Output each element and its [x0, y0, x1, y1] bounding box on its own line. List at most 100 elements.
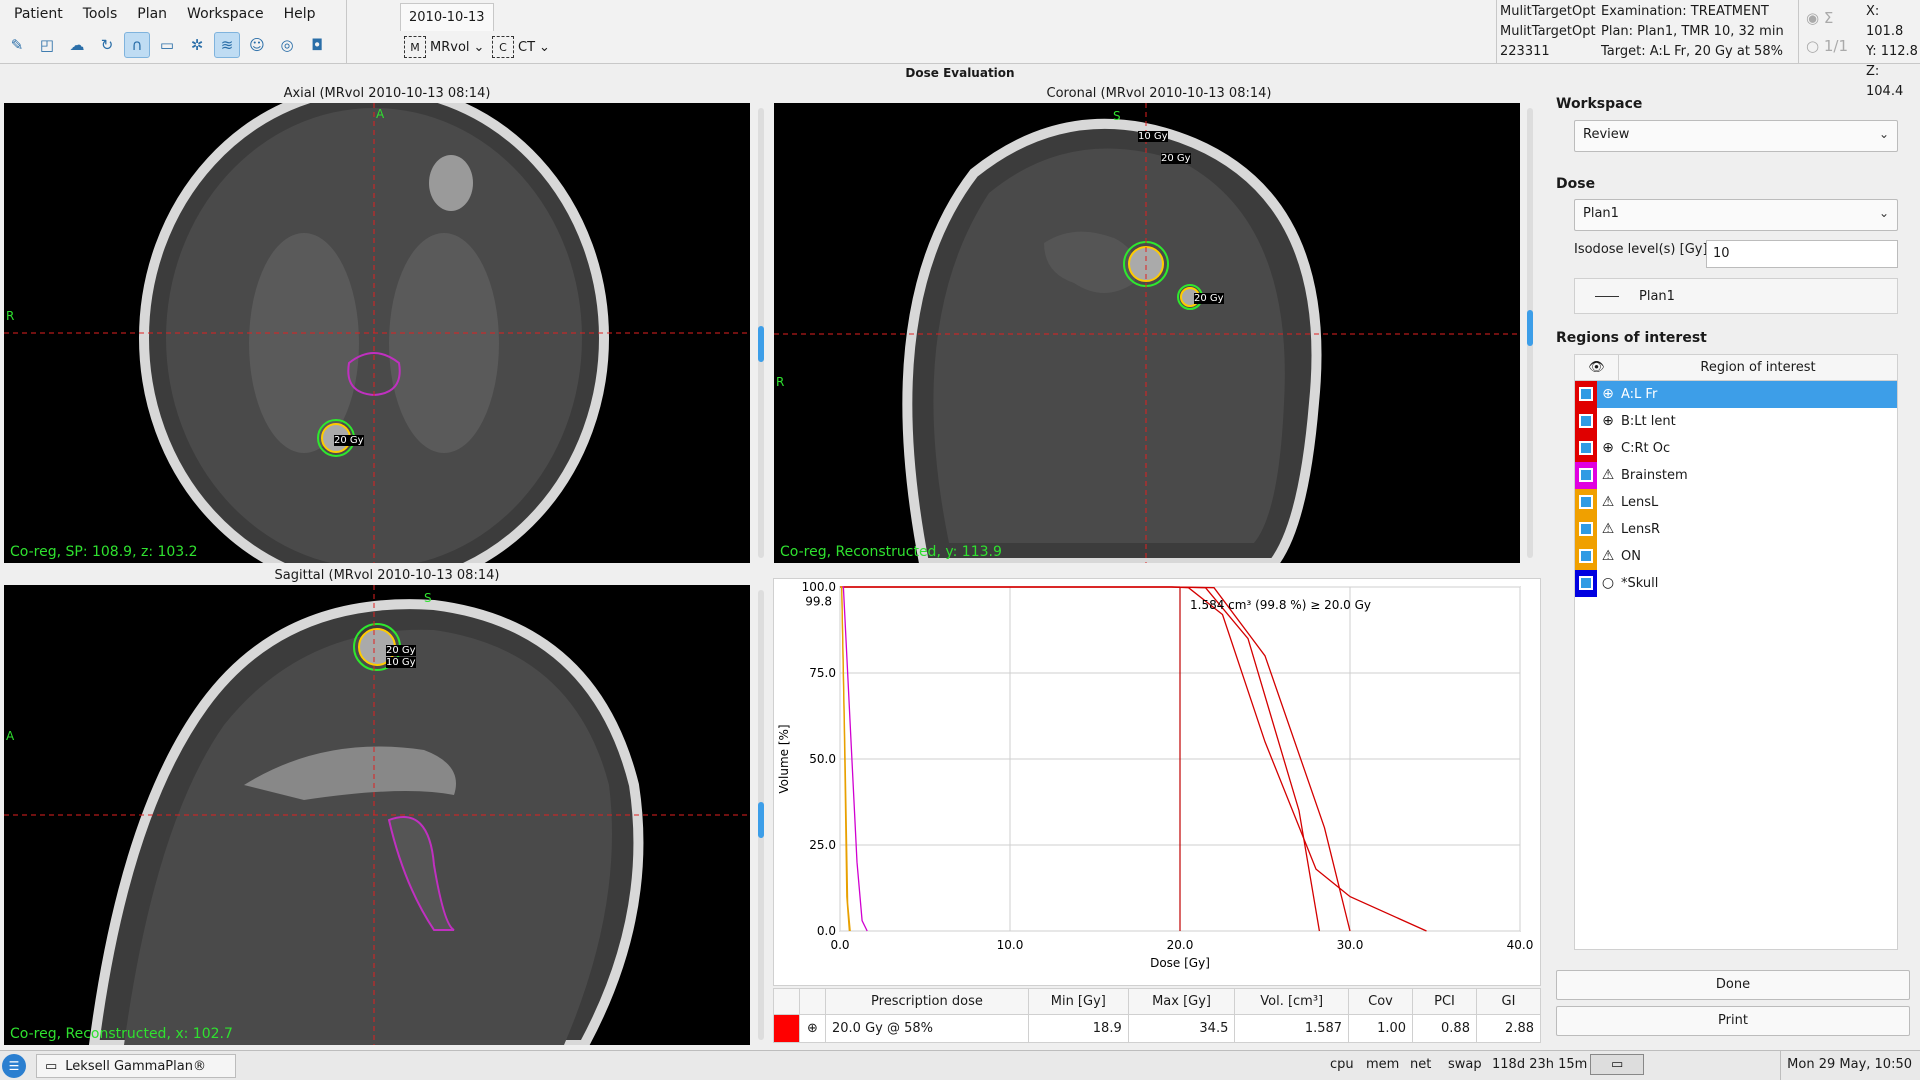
scroll-thumb[interactable] [758, 326, 764, 362]
tab-date[interactable]: 2010-10-13 [400, 3, 494, 31]
roi-row[interactable]: ⚠ LensR [1575, 515, 1897, 543]
roi-row[interactable]: ⊕ B:Lt lent [1575, 407, 1897, 435]
patient-name: MulitTargetOpt [1500, 4, 1596, 19]
menu-tools[interactable]: Tools [73, 4, 128, 26]
show-desktop-icon[interactable]: ▭ [1590, 1054, 1645, 1075]
isodose-label: 10 Gy [1138, 131, 1168, 142]
roi-visibility-checkbox[interactable] [1579, 522, 1593, 536]
dvh-annotation: 1.584 cm³ (99.8 %) ≥ 20.0 Gy [1190, 598, 1371, 612]
dose-icon[interactable]: ≋ [214, 32, 240, 58]
x-tick-label: 10.0 [997, 938, 1024, 952]
roi-name: LensL [1621, 494, 1659, 510]
roi-type-icon: ○ [1601, 575, 1615, 591]
roi-visibility-checkbox[interactable] [1579, 441, 1593, 455]
isodose-label: Isodose level(s) [Gy] [1574, 242, 1708, 257]
coronal-viewport[interactable]: S R 10 Gy 20 Gy 20 Gy Co-reg, Reconstruc… [774, 103, 1520, 563]
sagittal-viewport[interactable]: S A 20 Gy 10 Gy Co-reg, Reconstructed, x… [4, 585, 750, 1045]
tray-cpu: cpu [1330, 1057, 1354, 1072]
radio-icon[interactable]: ◉ [1806, 9, 1819, 27]
roi-row[interactable]: ⊕ A:L Fr [1575, 380, 1897, 408]
brain-icon[interactable]: ☁ [64, 32, 90, 58]
camera-icon[interactable]: ◘ [304, 32, 330, 58]
ct-icon: C [492, 36, 514, 58]
roi-list[interactable]: 👁 Region of interest ⊕ A:L Fr ⊕ B:Lt lent ⊕ C… [1574, 354, 1898, 950]
dose-select[interactable]: Plan1 ⌄ [1574, 199, 1898, 231]
orient-s: S [424, 591, 432, 605]
y-tick-label: 25.0 [809, 838, 836, 852]
sagittal-title: Sagittal (MRvol 2010-10-13 08:14) [274, 568, 500, 583]
sagittal-scrollbar[interactable] [758, 590, 764, 1040]
dvh-chart[interactable]: 0.0 10.0 20.0 30.0 40.0 0.0 25.0 50.0 75.0 100.0 9… [773, 578, 1541, 986]
radio-icon[interactable]: ○ [1806, 37, 1819, 55]
print-button[interactable]: Print [1556, 1006, 1910, 1036]
roi-visibility-checkbox[interactable] [1579, 468, 1593, 482]
sum-icon[interactable]: Σ [1824, 9, 1833, 27]
roi-type-icon: ⊕ [1602, 386, 1614, 402]
contour-icon[interactable]: ◰ [34, 32, 60, 58]
axial-scrollbar[interactable] [758, 108, 764, 558]
taskbar-app-label: Leksell GammaPlan® [65, 1058, 206, 1074]
roi-visibility-checkbox[interactable] [1579, 576, 1593, 590]
series-mrvol-selector[interactable]: M MRvol ⌄ [404, 34, 484, 60]
roi-name: *Skull [1621, 575, 1659, 591]
menu-plan[interactable]: Plan [127, 4, 177, 26]
eye-icon[interactable]: 👁 [1575, 355, 1619, 380]
scroll-thumb[interactable] [1527, 310, 1533, 346]
roi-color-swatch[interactable] [1575, 515, 1597, 543]
top-bar: Patient Tools Plan Workspace Help ✎ ◰ ☁ … [0, 0, 1920, 99]
roi-color-swatch[interactable] [1575, 461, 1597, 489]
roi-color-swatch[interactable] [1575, 542, 1597, 570]
examination-text: Examination: TREATMENT [1601, 4, 1769, 19]
menu-patient[interactable]: Patient [4, 4, 73, 26]
shot-icon[interactable]: ◎ [274, 32, 300, 58]
y-axis-label: Volume [%] [777, 724, 791, 793]
column-header: Prescription dose [825, 988, 1029, 1015]
coronal-scrollbar[interactable] [1527, 108, 1533, 558]
series-ct-selector[interactable]: C CT ⌄ [492, 34, 550, 60]
workspace-select[interactable]: Review ⌄ [1574, 120, 1898, 152]
table-row[interactable]: ⊕ 20.0 Gy @ 58% 18.9 34.5 1.587 1.00 0.8… [773, 1014, 1542, 1043]
done-button[interactable]: Done [1556, 970, 1910, 1000]
start-menu-icon[interactable]: ☰ [2, 1054, 26, 1078]
chevron-down-icon: ⌄ [1878, 127, 1889, 141]
roi-visibility-checkbox[interactable] [1579, 495, 1593, 509]
divider [346, 0, 347, 64]
draw-icon[interactable]: ✎ [4, 32, 30, 58]
roi-color-swatch[interactable] [1575, 434, 1597, 462]
roi-column-header: Region of interest [1700, 360, 1816, 375]
roi-type-icon: ⚠ [1601, 467, 1615, 483]
roi-visibility-checkbox[interactable] [1579, 549, 1593, 563]
roi-row[interactable]: ⚠ Brainstem [1575, 461, 1897, 489]
isodose-input[interactable]: 10 [1706, 240, 1898, 268]
roi-row[interactable]: ○ *Skull [1575, 569, 1897, 597]
roi-color-swatch[interactable] [1575, 380, 1597, 408]
axial-viewport[interactable]: A R 20 Gy Co-reg, SP: 108.9, z: 103.2 [4, 103, 750, 563]
roi-name: Brainstem [1621, 467, 1688, 483]
menu-help[interactable]: Help [274, 4, 326, 26]
roi-visibility-checkbox[interactable] [1579, 387, 1593, 401]
menu-workspace[interactable]: Workspace [177, 4, 274, 26]
roi-color-swatch[interactable] [1575, 407, 1597, 435]
column-header: Min [Gy] [1027, 988, 1129, 1015]
chevron-down-icon: ⌄ [1878, 206, 1889, 220]
coronal-status: Co-reg, Reconstructed, y: 113.9 [780, 544, 1002, 560]
roi-row[interactable]: ⚠ LensL [1575, 488, 1897, 516]
isodose-label: 20 Gy [1194, 293, 1224, 304]
roi-color-swatch[interactable] [1575, 488, 1597, 516]
isodose-label: 20 Gy [1161, 153, 1191, 164]
ruler-icon[interactable]: ▭ [154, 32, 180, 58]
roi-visibility-checkbox[interactable] [1579, 414, 1593, 428]
gi-cell: 2.88 [1475, 1014, 1542, 1043]
head-icon[interactable]: ☺ [244, 32, 270, 58]
scroll-thumb[interactable] [758, 802, 764, 838]
tray-mem: mem [1366, 1057, 1400, 1072]
roi-row[interactable]: ⊕ C:Rt Oc [1575, 434, 1897, 462]
cov-cell: 1.00 [1348, 1014, 1414, 1043]
rotate-icon[interactable]: ↻ [94, 32, 120, 58]
roi-row[interactable]: ⚠ ON [1575, 542, 1897, 570]
taskbar-app[interactable]: ▭ Leksell GammaPlan® [36, 1054, 236, 1078]
legend-line [1595, 295, 1619, 297]
roi-color-swatch[interactable] [1575, 569, 1597, 597]
curve-icon[interactable]: ∩ [124, 32, 150, 58]
structure-icon[interactable]: ✲ [184, 32, 210, 58]
